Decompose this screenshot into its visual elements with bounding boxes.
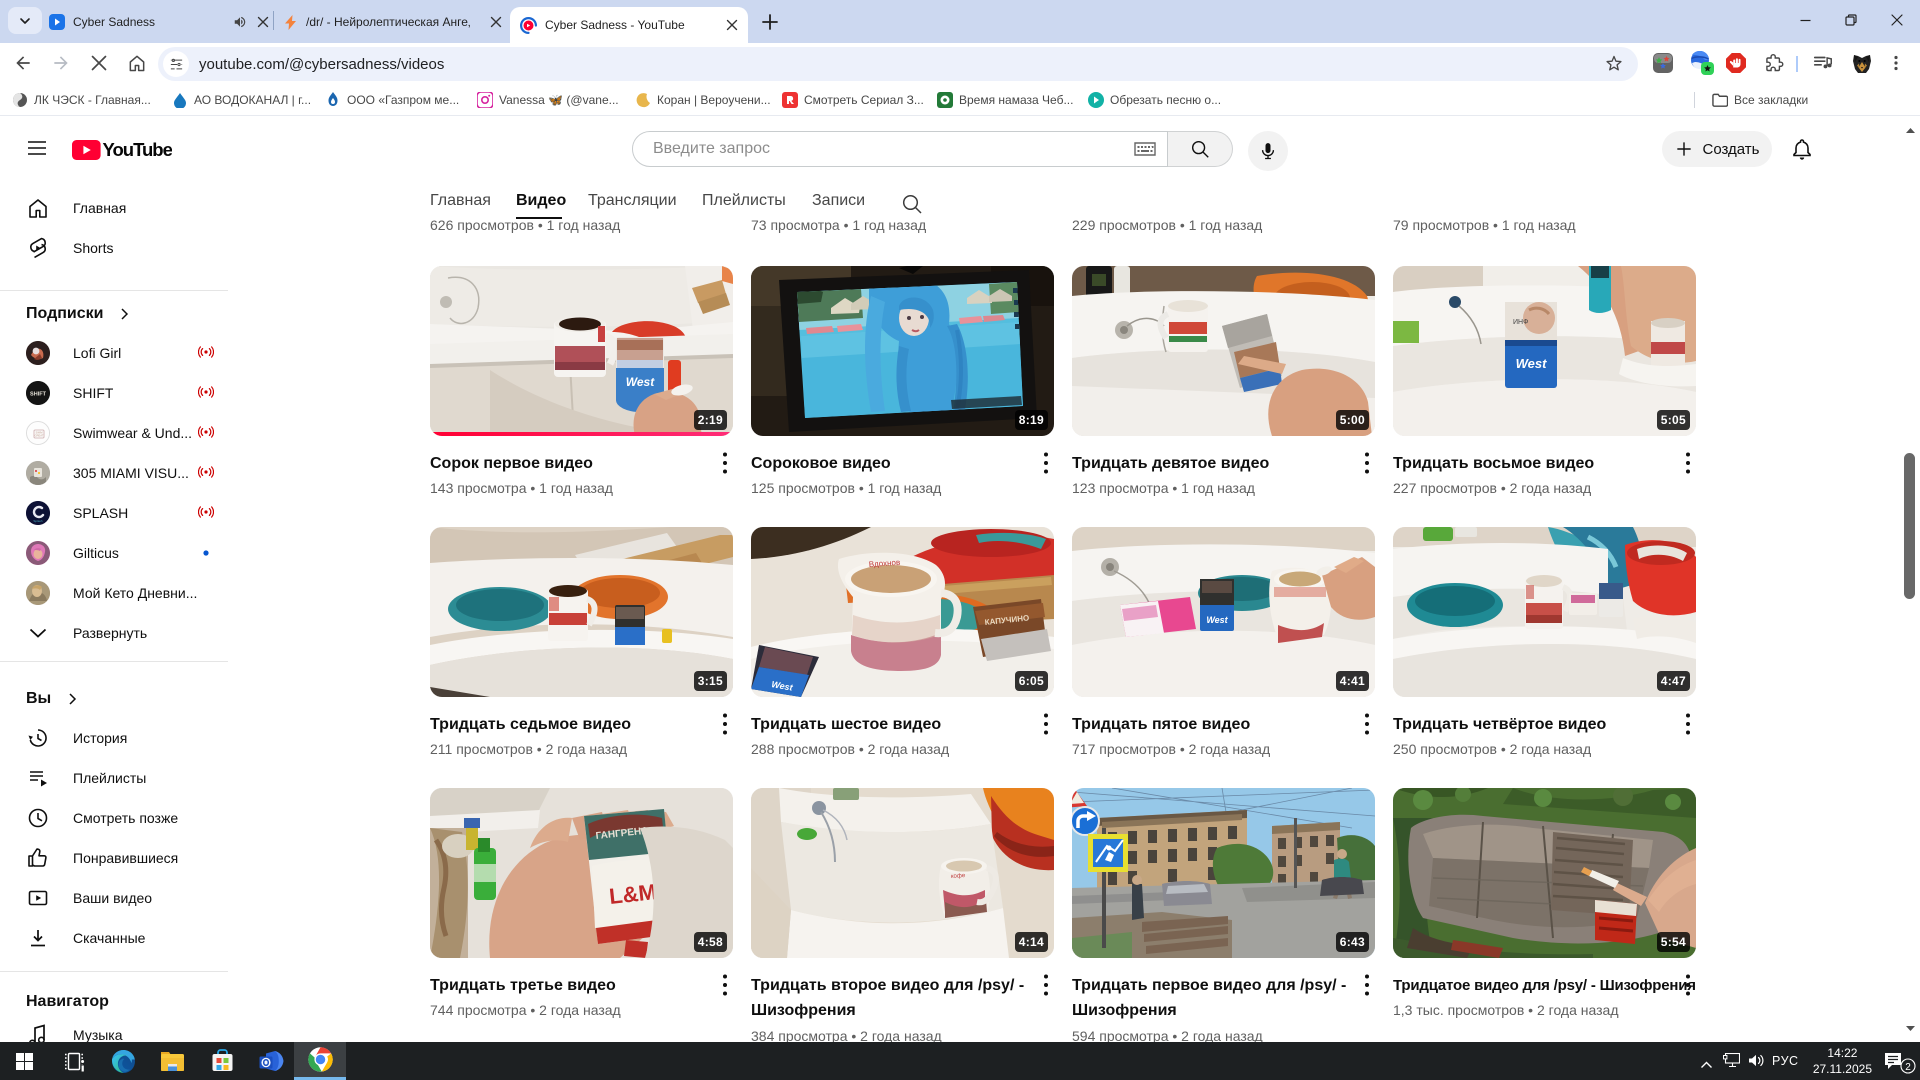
svg-text:SHIFT: SHIFT [30,392,47,398]
svg-text:West: West [626,375,655,389]
svg-text:West: West [1516,356,1547,371]
svg-text:YouTube: YouTube [103,140,173,160]
svg-text:West: West [1206,615,1228,625]
svg-text:2: 2 [1905,1062,1911,1073]
svg-text:кофе: кофе [951,873,966,880]
svg-text:Splash: Splash [33,519,43,523]
svg-text:L&M: L&M [608,879,658,909]
svg-text:GREAT: GREAT [35,434,44,438]
svg-text:ИНФ: ИНФ [1513,319,1528,326]
